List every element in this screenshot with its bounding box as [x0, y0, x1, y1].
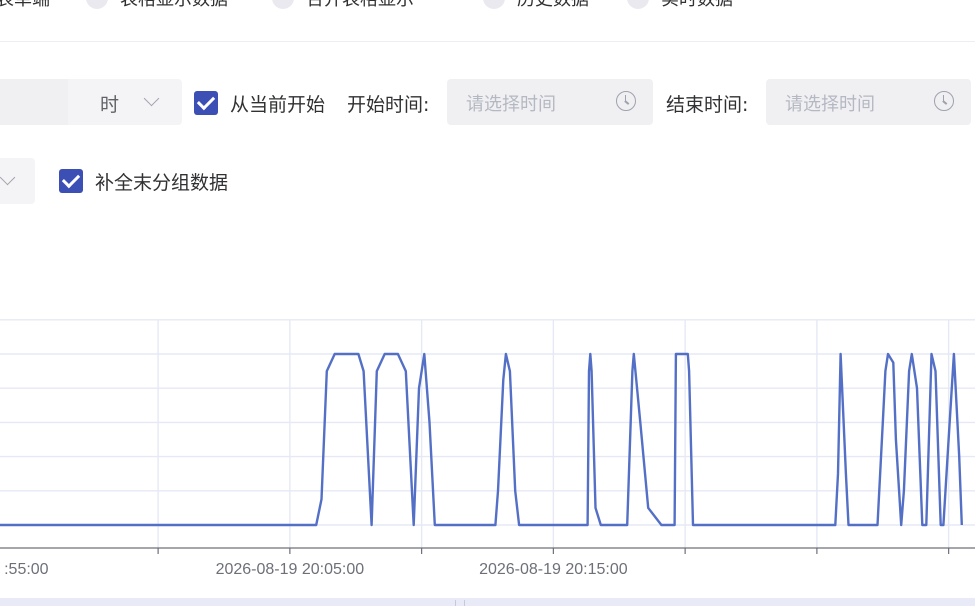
- fill-missing-label: 补全末分组数据: [95, 172, 229, 194]
- option-table-data[interactable]: 表格显示数据: [86, 0, 228, 14]
- radio-circle[interactable]: [272, 0, 294, 9]
- group-select[interactable]: [0, 158, 35, 204]
- x-tick-label: 2026-08-19 20:05:00: [216, 561, 365, 578]
- zoom-handle-icon[interactable]: [455, 600, 465, 606]
- radio-circle[interactable]: [86, 0, 108, 9]
- section-divider: [0, 41, 975, 42]
- clock-icon: [934, 91, 954, 111]
- x-tick-label: 2026-08-19 20:15:00: [479, 561, 628, 578]
- end-time-input[interactable]: 请选择时间: [766, 79, 971, 125]
- start-time-placeholder: 请选择时间: [466, 94, 556, 115]
- chevron-down-icon[interactable]: [143, 90, 160, 107]
- fill-missing-checkbox[interactable]: [59, 169, 83, 193]
- option-label: 表格显示数据: [120, 0, 228, 11]
- end-time-placeholder: 请选择时间: [785, 94, 875, 115]
- time-unit-select[interactable]: 时: [0, 79, 182, 125]
- option-cut-label: 表单端: [0, 0, 50, 14]
- option-label: 历史数据: [517, 0, 589, 11]
- data-zoom-bar[interactable]: [0, 598, 975, 606]
- time-value-input[interactable]: [0, 79, 68, 125]
- from-now-checkbox[interactable]: [194, 91, 218, 115]
- option-realtime-data[interactable]: 实时数据: [627, 0, 733, 14]
- end-time-label: 结束时间:: [666, 94, 749, 116]
- cut-prefix-text: 表单端: [0, 0, 50, 11]
- x-tick-label: :55:00: [4, 561, 49, 578]
- option-history-data[interactable]: 历史数据: [483, 0, 589, 14]
- clock-icon: [616, 91, 636, 111]
- radio-circle[interactable]: [483, 0, 505, 9]
- option-label: 实时数据: [661, 0, 733, 11]
- from-now-label: 从当前开始: [230, 94, 326, 116]
- radio-circle[interactable]: [627, 0, 649, 9]
- chevron-down-icon[interactable]: [0, 169, 16, 186]
- start-time-label: 开始时间:: [347, 94, 430, 116]
- option-merge-table[interactable]: 合并表格显示: [272, 0, 414, 14]
- option-label: 合并表格显示: [306, 0, 414, 11]
- time-unit-value: 时: [100, 94, 120, 116]
- start-time-input[interactable]: 请选择时间: [447, 79, 653, 125]
- display-options-row: 表单端 表格显示数据 合并表格显示 历史数据 实时数据: [0, 0, 975, 14]
- trend-chart: :55:00 2026-08-19 20:05:00 2026-08-19 20:1…: [0, 319, 975, 578]
